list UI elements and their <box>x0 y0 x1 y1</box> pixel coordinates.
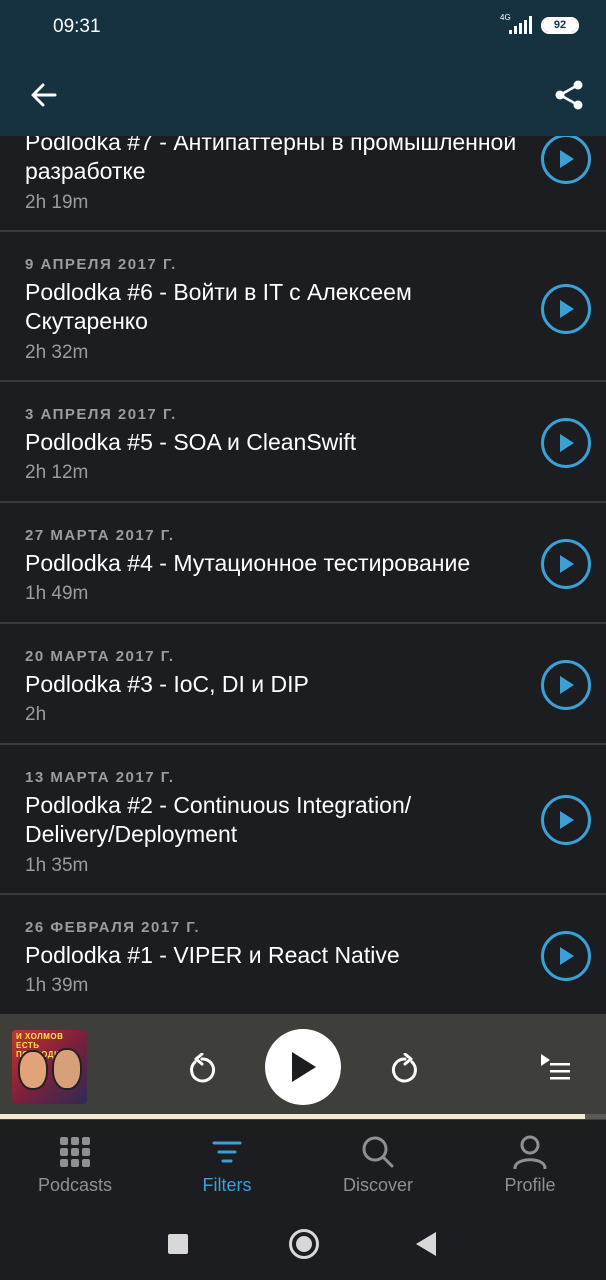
play-icon <box>560 150 574 168</box>
episode-date: 27 МАРТА 2017 Г. <box>25 527 175 544</box>
queue-icon <box>541 1054 570 1080</box>
system-back-button[interactable] <box>416 1232 436 1256</box>
episode-title: Podlodka #6 - Войти в IT с Алексеем Скут… <box>25 279 412 334</box>
episode-duration: 2h 32m <box>25 342 89 363</box>
episode-row[interactable]: 26 ФЕВРАЛЯ 2017 Г. Podlodka #1 - VIPER и… <box>0 895 606 1014</box>
episode-row[interactable]: 20 МАРТА 2017 Г. Podlodka #3 - IoC, DI и… <box>0 624 606 745</box>
episode-date: 13 МАРТА 2017 Г. <box>25 769 175 786</box>
episode-duration: 2h 19m <box>25 192 89 213</box>
status-bar: 09:31 4G 92 <box>0 0 606 56</box>
share-button[interactable] <box>547 73 591 117</box>
home-button[interactable] <box>289 1229 319 1259</box>
episode-row[interactable]: 3 АПРЕЛЯ 2017 Г. Podlodka #5 - SOA и Cle… <box>0 382 606 503</box>
tab-filters[interactable]: Filters <box>152 1120 302 1210</box>
status-time: 09:31 <box>53 16 101 37</box>
playback-progress[interactable] <box>0 1114 606 1119</box>
fast-forward-icon <box>391 1053 417 1083</box>
tab-profile[interactable]: Profile <box>455 1120 605 1210</box>
episode-title: Podlodka #2 - Continuous Integration/ De… <box>25 792 412 847</box>
artwork-face <box>52 1048 82 1090</box>
episode-row[interactable]: Podlodka #7 - Антипаттерны в промышленно… <box>0 136 606 232</box>
arrow-left-icon <box>31 83 57 107</box>
search-icon <box>358 1132 398 1172</box>
mini-player[interactable]: И ХОЛМОВ ЕСТЬ ПОДЛОДКИ <box>0 1014 606 1120</box>
app-bar <box>0 56 606 136</box>
episode-title: Podlodka #3 - IoC, DI и DIP <box>25 671 309 697</box>
episode-row[interactable]: 9 АПРЕЛЯ 2017 Г. Podlodka #6 - Войти в I… <box>0 232 606 382</box>
episode-play-button[interactable] <box>541 284 591 334</box>
episode-row[interactable]: 13 МАРТА 2017 Г. Podlodka #2 - Continuou… <box>0 745 606 895</box>
up-next-button[interactable] <box>533 1044 577 1088</box>
grid-icon <box>55 1132 95 1172</box>
tab-label: Profile <box>504 1175 556 1195</box>
tab-discover[interactable]: Discover <box>303 1120 453 1210</box>
playback-progress-fill <box>0 1114 585 1119</box>
tab-label: Podcasts <box>37 1175 113 1195</box>
episode-row[interactable]: 27 МАРТА 2017 Г. Podlodka #4 - Мутационн… <box>0 503 606 624</box>
episode-title: Podlodka #1 - VIPER и React Native <box>25 942 400 968</box>
episode-date: 20 МАРТА 2017 Г. <box>25 648 175 665</box>
bottom-tab-bar: Podcasts Filters Discover Profile <box>0 1120 606 1210</box>
play-icon <box>560 555 574 573</box>
battery-icon: 92 <box>541 17 579 34</box>
person-icon <box>510 1132 550 1172</box>
tab-label: Filters <box>202 1175 252 1195</box>
episode-date: 26 ФЕВРАЛЯ 2017 Г. <box>25 919 201 936</box>
podcast-artwork[interactable]: И ХОЛМОВ ЕСТЬ ПОДЛОДКИ <box>12 1030 87 1104</box>
episode-date: 9 АПРЕЛЯ 2017 Г. <box>25 256 177 273</box>
recents-button[interactable] <box>168 1234 188 1254</box>
episode-title: Podlodka #5 - SOA и CleanSwift <box>25 429 357 455</box>
episode-list[interactable]: Podlodka #7 - Антипаттерны в промышленно… <box>0 136 606 1014</box>
artwork-face <box>18 1050 48 1090</box>
system-nav-bar <box>0 1210 606 1280</box>
tab-label: Discover <box>342 1175 413 1195</box>
episode-play-button[interactable] <box>541 136 591 184</box>
episode-date: 3 АПРЕЛЯ 2017 Г. <box>25 406 177 423</box>
tab-podcasts[interactable]: Podcasts <box>0 1120 150 1210</box>
play-pause-button[interactable] <box>265 1029 341 1105</box>
episode-duration: 1h 49m <box>25 583 89 604</box>
episode-title: Podlodka #4 - Мутационное тестирование <box>25 550 471 576</box>
episode-play-button[interactable] <box>541 931 591 981</box>
share-icon <box>555 80 583 110</box>
play-icon <box>560 811 574 829</box>
episode-play-button[interactable] <box>541 539 591 589</box>
play-icon <box>292 1052 316 1082</box>
episode-duration: 2h 12m <box>25 462 89 483</box>
play-icon <box>560 947 574 965</box>
play-icon <box>560 676 574 694</box>
rewind-icon <box>190 1053 216 1083</box>
play-icon <box>560 434 574 452</box>
skip-forward-button[interactable] <box>383 1048 427 1092</box>
filter-icon <box>207 1132 247 1172</box>
skip-back-button[interactable] <box>180 1048 224 1092</box>
back-button[interactable] <box>22 73 66 117</box>
episode-play-button[interactable] <box>541 418 591 468</box>
episode-duration: 2h <box>25 704 47 725</box>
episode-title: Podlodka #7 - Антипаттерны в промышленно… <box>25 136 517 184</box>
play-icon <box>560 300 574 318</box>
signal-icon <box>509 16 532 34</box>
episode-duration: 1h 35m <box>25 855 89 876</box>
episode-duration: 1h 39m <box>25 975 89 996</box>
episode-play-button[interactable] <box>541 660 591 710</box>
episode-play-button[interactable] <box>541 795 591 845</box>
battery-level: 92 <box>543 19 577 32</box>
